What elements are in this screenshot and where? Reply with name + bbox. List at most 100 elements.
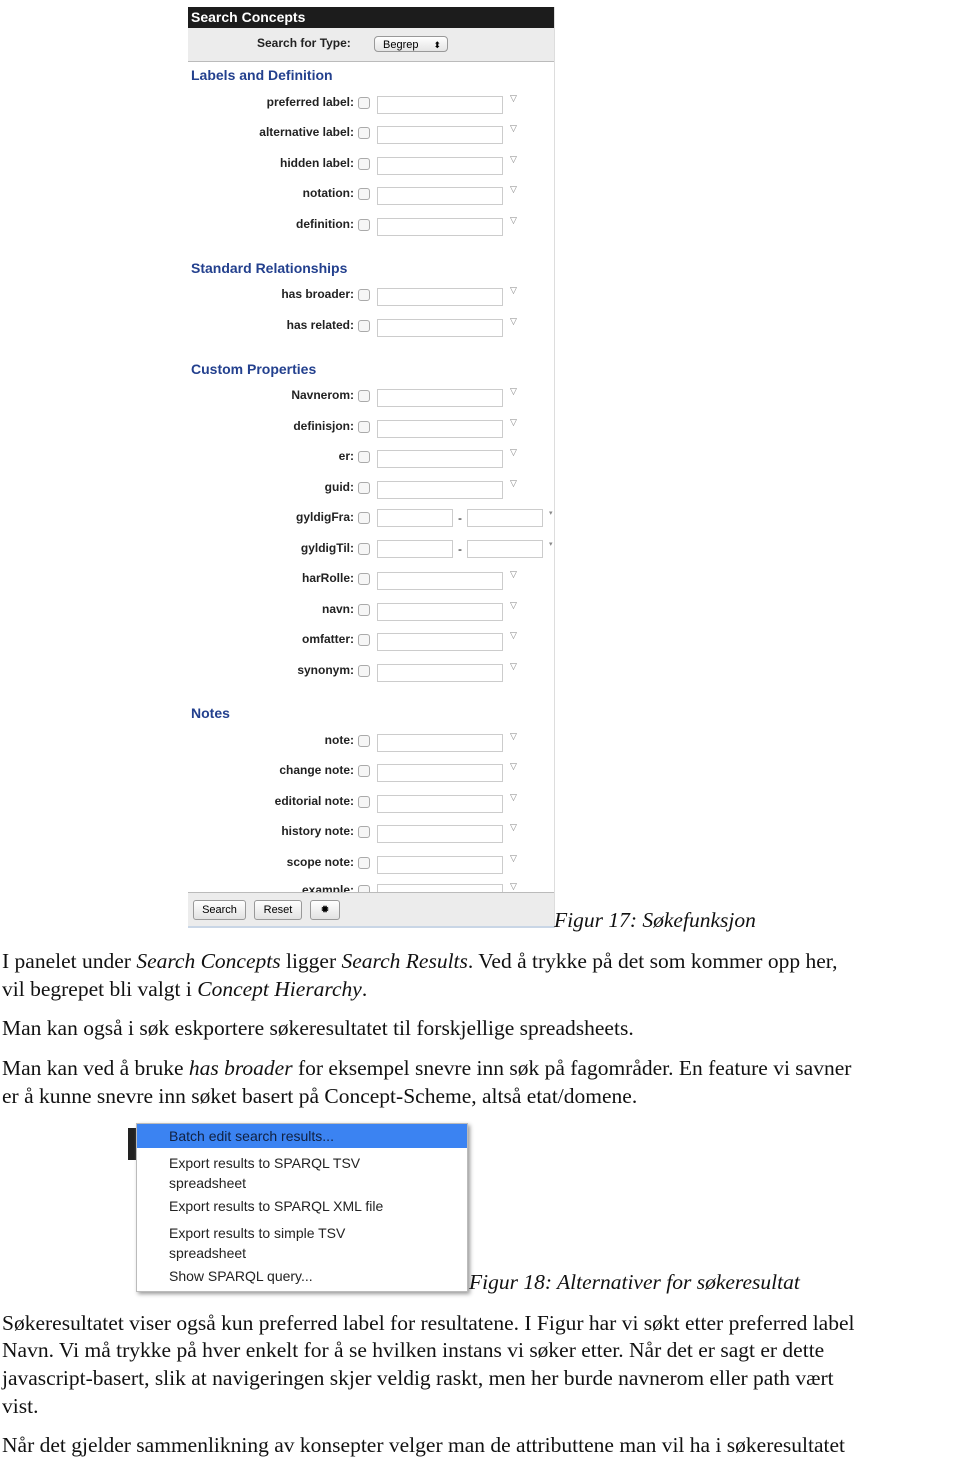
text-line: Når det gjelder sammenlikning av konsept… xyxy=(2,1433,845,1458)
field-checkbox[interactable] xyxy=(358,127,370,139)
field-input[interactable] xyxy=(377,288,503,306)
field-input[interactable] xyxy=(377,572,503,590)
calendar-icon[interactable]: ▾ xyxy=(549,509,553,517)
section-title: Labels and Definition xyxy=(191,67,333,83)
text-line: I panelet under Search Concepts ligger S… xyxy=(2,949,837,974)
field-label: has broader: xyxy=(281,287,354,301)
field-input[interactable] xyxy=(377,825,503,843)
field-checkbox[interactable] xyxy=(358,482,370,494)
field-checkbox[interactable] xyxy=(358,765,370,777)
field-checkbox[interactable] xyxy=(358,320,370,332)
dropdown-triangle-icon[interactable]: ▽ xyxy=(510,447,517,458)
range-to-input[interactable] xyxy=(467,509,543,527)
field-input[interactable] xyxy=(377,157,503,175)
dropdown-triangle-icon[interactable]: ▽ xyxy=(510,154,517,165)
range-from-input[interactable] xyxy=(377,540,453,558)
dropdown-triangle-icon[interactable]: ▽ xyxy=(510,569,517,580)
field-checkbox[interactable] xyxy=(358,421,370,433)
dropdown-triangle-icon[interactable]: ▽ xyxy=(510,93,517,104)
field-input[interactable] xyxy=(377,481,503,499)
dropdown-triangle-icon[interactable]: ▽ xyxy=(510,600,517,611)
text-line: Søkeresultatet viser også kun preferred … xyxy=(2,1311,855,1336)
field-input[interactable] xyxy=(377,764,503,782)
calendar-icon[interactable]: ▾ xyxy=(549,540,553,548)
field-checkbox[interactable] xyxy=(358,796,370,808)
field-input[interactable] xyxy=(377,734,503,752)
field-label: synonym: xyxy=(297,663,354,677)
dropdown-triangle-icon[interactable]: ▽ xyxy=(510,881,517,892)
dropdown-triangle-icon[interactable]: ▽ xyxy=(510,316,517,327)
menu-item[interactable]: Export results to simple TSV spreadsheet xyxy=(169,1223,399,1263)
dropdown-triangle-icon[interactable]: ▽ xyxy=(510,285,517,296)
field-checkbox[interactable] xyxy=(358,158,370,170)
field-input[interactable] xyxy=(377,795,503,813)
field-label: Navnerom: xyxy=(291,388,354,402)
field-label: definisjon: xyxy=(293,419,354,433)
dropdown-triangle-icon[interactable]: ▽ xyxy=(510,386,517,397)
dropdown-triangle-icon[interactable]: ▽ xyxy=(510,478,517,489)
field-checkbox[interactable] xyxy=(358,512,370,524)
field-input[interactable] xyxy=(377,389,503,407)
scrollbar[interactable] xyxy=(188,926,554,928)
dropdown-triangle-icon[interactable]: ▽ xyxy=(510,792,517,803)
dropdown-triangle-icon[interactable]: ▽ xyxy=(510,630,517,641)
field-checkbox[interactable] xyxy=(358,735,370,747)
field-checkbox[interactable] xyxy=(358,289,370,301)
menu-item[interactable]: Export results to SPARQL XML file xyxy=(169,1198,383,1214)
field-input[interactable] xyxy=(377,856,503,874)
field-checkbox[interactable] xyxy=(358,219,370,231)
emphasis: Search Results xyxy=(341,949,468,973)
range-to-input[interactable] xyxy=(467,540,543,558)
search-type-select[interactable]: Begrep ⬍ xyxy=(374,36,448,52)
text: er å kunne snevre inn søket basert på Co… xyxy=(2,1084,638,1108)
dropdown-triangle-icon[interactable]: ▽ xyxy=(510,123,517,134)
field-input[interactable] xyxy=(377,603,503,621)
range-dash: - xyxy=(458,511,462,525)
reset-button[interactable]: Reset xyxy=(254,900,302,920)
field-checkbox[interactable] xyxy=(358,543,370,555)
field-input[interactable] xyxy=(377,664,503,682)
field-checkbox[interactable] xyxy=(358,665,370,677)
field-checkbox[interactable] xyxy=(358,857,370,869)
field-input[interactable] xyxy=(377,218,503,236)
dropdown-triangle-icon[interactable]: ▽ xyxy=(510,822,517,833)
figure-17-caption: Figur 17: Søkefunksjon xyxy=(554,908,756,932)
menu-item[interactable]: Show SPARQL query... xyxy=(169,1268,313,1284)
dropdown-triangle-icon[interactable]: ▽ xyxy=(510,417,517,428)
range-from-input[interactable] xyxy=(377,509,453,527)
emphasis: has broader xyxy=(188,1056,293,1080)
field-checkbox[interactable] xyxy=(358,573,370,585)
dropdown-triangle-icon[interactable]: ▽ xyxy=(510,661,517,672)
field-input[interactable] xyxy=(377,633,503,651)
dropdown-triangle-icon[interactable]: ▽ xyxy=(510,215,517,226)
field-input[interactable] xyxy=(377,187,503,205)
dropdown-triangle-icon[interactable]: ▽ xyxy=(510,184,517,195)
field-checkbox[interactable] xyxy=(358,634,370,646)
menu-item[interactable]: Export results to SPARQL TSV spreadsheet xyxy=(169,1153,399,1193)
field-checkbox[interactable] xyxy=(358,451,370,463)
field-input[interactable] xyxy=(377,450,503,468)
text: ligger xyxy=(280,949,342,973)
field-label: definition: xyxy=(296,217,354,231)
settings-button[interactable]: ✹ xyxy=(310,900,340,920)
field-input[interactable] xyxy=(377,96,503,114)
dropdown-triangle-icon[interactable]: ▽ xyxy=(510,761,517,772)
field-label: preferred label: xyxy=(266,95,354,109)
field-label: has related: xyxy=(286,318,354,332)
field-checkbox[interactable] xyxy=(358,604,370,616)
text-line: Man kan ved å bruke has broader for ekse… xyxy=(2,1056,851,1081)
field-input[interactable] xyxy=(377,420,503,438)
text-line: er å kunne snevre inn søket basert på Co… xyxy=(2,1084,637,1109)
field-checkbox[interactable] xyxy=(358,97,370,109)
dropdown-triangle-icon[interactable]: ▽ xyxy=(510,853,517,864)
field-checkbox[interactable] xyxy=(358,188,370,200)
field-label: history note: xyxy=(281,824,354,838)
field-checkbox[interactable] xyxy=(358,826,370,838)
field-input[interactable] xyxy=(377,126,503,144)
field-input[interactable] xyxy=(377,319,503,337)
menu-item[interactable]: Batch edit search results... xyxy=(169,1128,334,1144)
dropdown-triangle-icon[interactable]: ▽ xyxy=(510,731,517,742)
search-type-value: Begrep xyxy=(383,39,419,51)
field-checkbox[interactable] xyxy=(358,390,370,402)
search-button[interactable]: Search xyxy=(193,900,246,920)
